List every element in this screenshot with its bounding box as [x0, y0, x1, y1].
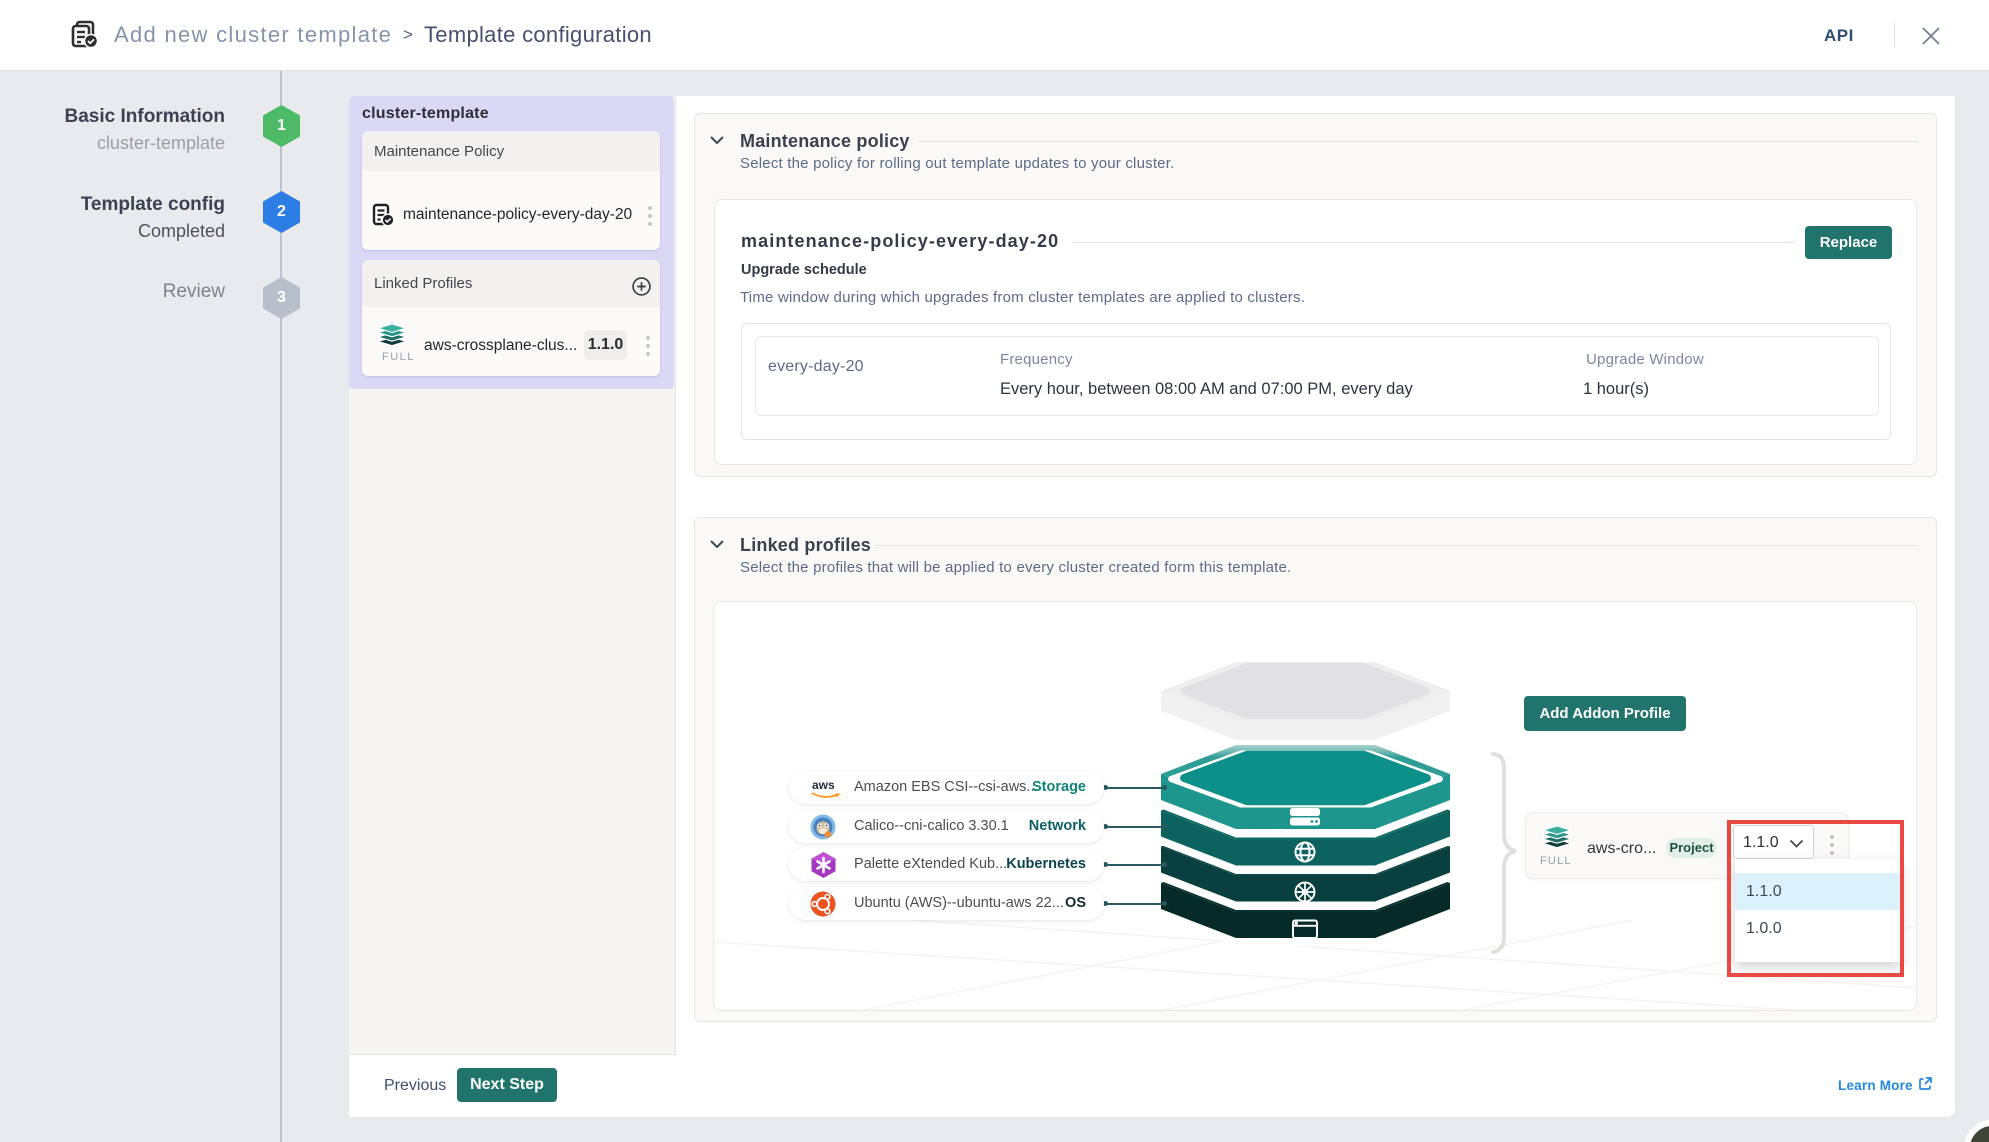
svg-text:aws: aws [812, 778, 835, 792]
